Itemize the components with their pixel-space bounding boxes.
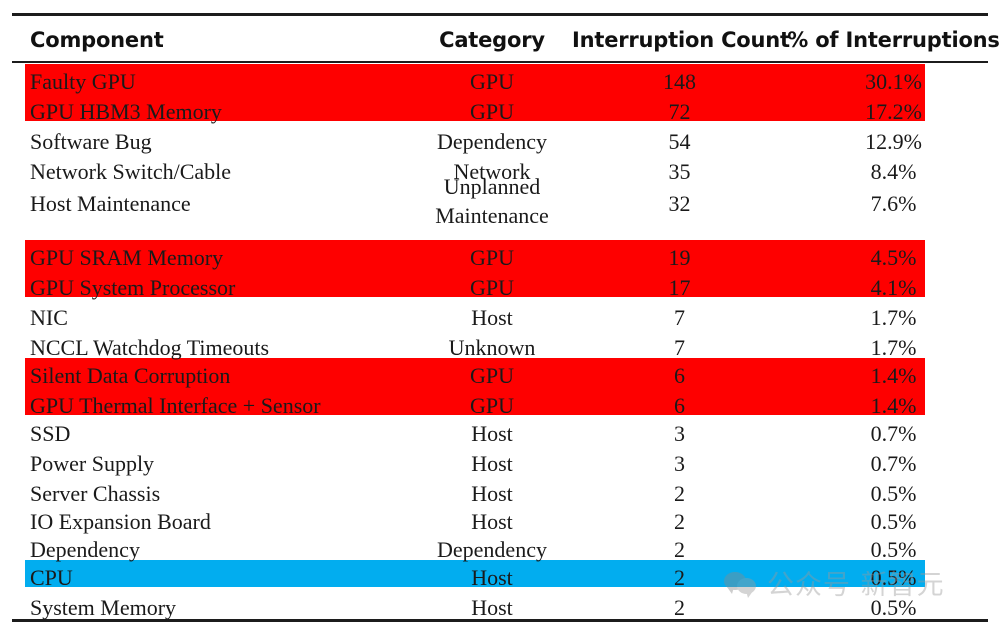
table-row: System Memory Host 2 0.5% — [12, 594, 988, 624]
interruption-root-table: Component Category Interruption Count % … — [0, 0, 1000, 627]
cell-component: NCCL Watchdog Timeouts — [30, 335, 270, 360]
column-header-component: Component — [30, 28, 164, 52]
cell-category: Host — [471, 565, 513, 590]
cell-component: System Memory — [30, 595, 177, 620]
cell-category: Dependency — [437, 129, 547, 154]
table-row: Host Maintenance Unplanned Maintenance 32 7… — [12, 174, 988, 228]
cell-percent: 0.5% — [870, 595, 917, 620]
table-row: CPU Host 2 0.5% — [12, 564, 988, 594]
cell-component: Network Switch/Cable — [30, 159, 232, 184]
cell-category: GPU — [469, 393, 514, 418]
cell-category: Host — [471, 305, 513, 330]
cell-percent: 0.5% — [870, 481, 917, 506]
cell-percent: 1.7% — [870, 305, 917, 330]
cell-category: Unplanned Maintenance — [435, 174, 549, 229]
cell-interruption-count: 6 — [674, 363, 685, 388]
table-row: NIC Host 7 1.7% — [12, 304, 988, 334]
table-header-rule — [12, 61, 988, 63]
cell-interruption-count: 7 — [674, 335, 685, 360]
cell-percent: 0.7% — [870, 421, 917, 446]
cell-category: Host — [471, 509, 513, 534]
cell-category: Host — [471, 481, 513, 506]
cell-category: Dependency — [437, 537, 547, 562]
cell-percent: 1.4% — [870, 393, 917, 418]
table-top-rule — [12, 13, 988, 16]
cell-component: SSD — [30, 421, 71, 446]
cell-interruption-count: 3 — [674, 451, 685, 476]
cell-percent: 4.5% — [870, 245, 917, 270]
cell-percent: 0.5% — [870, 565, 917, 590]
column-header-interruption-count: Interruption Count — [572, 28, 790, 52]
table-row: Dependency Dependency 2 0.5% — [12, 536, 988, 566]
cell-interruption-count: 2 — [674, 565, 685, 590]
cell-component: GPU System Processor — [30, 275, 236, 300]
table-row: GPU Thermal Interface + Sensor GPU 6 1.4% — [12, 392, 988, 422]
cell-category: GPU — [469, 69, 514, 94]
cell-component: GPU HBM3 Memory — [30, 99, 222, 124]
cell-component: CPU — [30, 565, 73, 590]
cell-category: Host — [471, 451, 513, 476]
cell-component: GPU SRAM Memory — [30, 245, 224, 270]
cell-percent: 0.7% — [870, 451, 917, 476]
table-row: GPU System Processor GPU 17 4.1% — [12, 274, 988, 304]
cell-component: GPU Thermal Interface + Sensor — [30, 393, 321, 418]
cell-category: Host — [471, 595, 513, 620]
table-row: GPU HBM3 Memory GPU 72 17.2% — [12, 98, 988, 128]
cell-interruption-count: 148 — [663, 69, 696, 94]
cell-category: GPU — [469, 275, 514, 300]
cell-percent: 4.1% — [870, 275, 917, 300]
cell-component: Dependency — [30, 537, 140, 562]
cell-category: Host — [471, 421, 513, 446]
cell-percent: 0.5% — [870, 509, 917, 534]
table-row: Power Supply Host 3 0.7% — [12, 450, 988, 480]
table-row: Faulty GPU GPU 148 30.1% — [12, 68, 988, 98]
cell-component: NIC — [30, 305, 68, 330]
column-header-percent-of-interruptions: % of Interruptions — [787, 28, 1000, 52]
cell-category: GPU — [469, 363, 514, 388]
cell-interruption-count: 2 — [674, 481, 685, 506]
table-row: Software Bug Dependency 54 12.9% — [12, 128, 988, 158]
cell-interruption-count: 35 — [668, 159, 691, 184]
cell-percent: 8.4% — [870, 159, 917, 184]
cell-component: IO Expansion Board — [30, 509, 211, 534]
cell-category: GPU — [469, 245, 514, 270]
table-row: Server Chassis Host 2 0.5% — [12, 480, 988, 510]
table-row: SSD Host 3 0.7% — [12, 420, 988, 450]
table-header-row: Component Category Interruption Count % … — [12, 20, 1000, 60]
table-row: IO Expansion Board Host 2 0.5% — [12, 508, 988, 538]
table-row: NCCL Watchdog Timeouts Unknown 7 1.7% — [12, 334, 988, 364]
cell-interruption-count: 6 — [674, 393, 685, 418]
cell-interruption-count: 17 — [668, 275, 691, 300]
cell-interruption-count: 3 — [674, 421, 685, 446]
cell-interruption-count: 32 — [668, 191, 691, 216]
cell-component: Power Supply — [30, 451, 155, 476]
cell-interruption-count: 2 — [674, 509, 685, 534]
column-header-category: Category — [439, 28, 545, 52]
cell-percent: 30.1% — [865, 69, 922, 94]
cell-interruption-count: 7 — [674, 305, 685, 330]
cell-component: Silent Data Corruption — [30, 363, 231, 388]
cell-percent: 7.6% — [870, 191, 917, 216]
cell-percent: 0.5% — [870, 537, 917, 562]
cell-interruption-count: 72 — [668, 99, 691, 124]
cell-component: Host Maintenance — [30, 191, 191, 216]
cell-interruption-count: 54 — [668, 129, 691, 154]
cell-category: GPU — [469, 99, 514, 124]
table-row: GPU SRAM Memory GPU 19 4.5% — [12, 244, 988, 274]
cell-percent: 1.7% — [870, 335, 917, 360]
table-row: Silent Data Corruption GPU 6 1.4% — [12, 362, 988, 392]
cell-percent: 12.9% — [865, 129, 922, 154]
cell-component: Faulty GPU — [30, 69, 136, 94]
cell-category: Unknown — [448, 335, 536, 360]
cell-interruption-count: 2 — [674, 595, 685, 620]
cell-interruption-count: 19 — [668, 245, 691, 270]
cell-percent: 17.2% — [865, 99, 922, 124]
cell-interruption-count: 2 — [674, 537, 685, 562]
cell-component: Software Bug — [30, 129, 152, 154]
cell-component: Server Chassis — [30, 481, 161, 506]
cell-percent: 1.4% — [870, 363, 917, 388]
